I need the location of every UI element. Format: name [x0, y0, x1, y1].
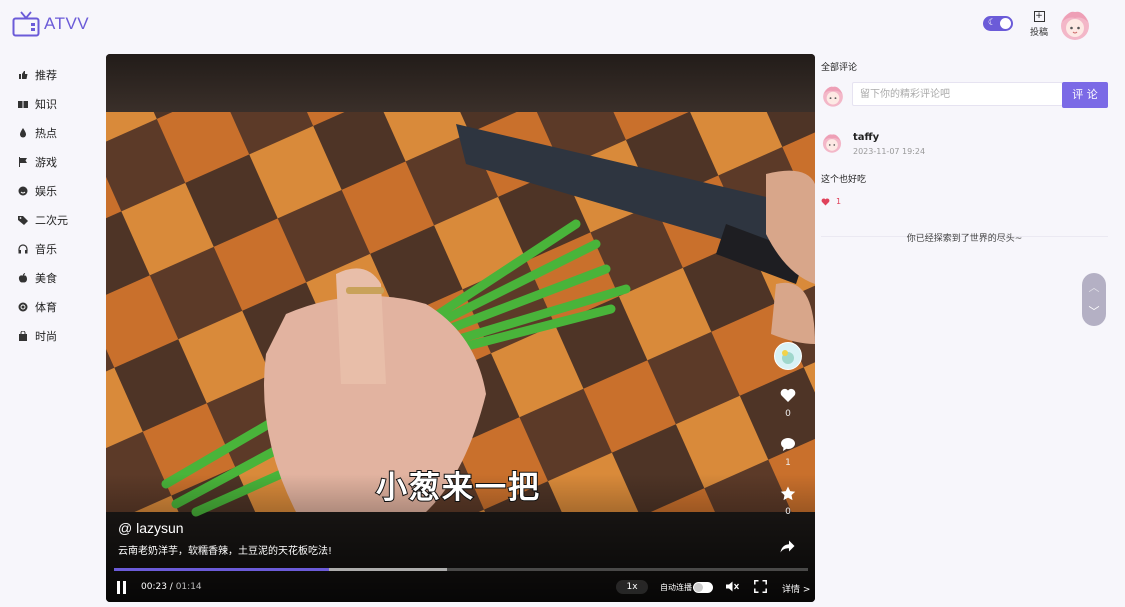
autoplay-label: 自动连播: [660, 583, 692, 592]
sidebar-item-label: 娱乐: [35, 184, 57, 198]
speed-button[interactable]: 1x: [616, 580, 648, 594]
played-bar: [114, 568, 330, 571]
share-icon[interactable]: [780, 538, 795, 557]
sidebar-item-hot[interactable]: 热点: [18, 118, 98, 147]
favorite-button[interactable]: 0: [774, 486, 802, 517]
sidebar-item-entertainment[interactable]: 娱乐: [18, 176, 98, 205]
toggle-knob: [694, 583, 703, 592]
star-icon: [780, 486, 796, 505]
sidebar-item-label: 热点: [35, 126, 57, 140]
ball-icon: [18, 302, 28, 312]
toggle-knob: [1000, 18, 1011, 29]
sidebar-item-sports[interactable]: 体育: [18, 292, 98, 321]
video-description: 云南老奶洋芋，软糯香辣，土豆泥的天花板吃法!: [118, 546, 333, 557]
chevron-up-icon[interactable]: ︿: [1082, 279, 1106, 295]
favorite-count: 0: [785, 507, 791, 517]
sidebar-nav: 推荐 知识 热点 游戏 娱乐 二次元 音乐 美食 体育 时尚: [18, 60, 98, 350]
thumbs-up-icon: [18, 70, 28, 80]
autoplay-toggle[interactable]: [693, 582, 713, 593]
upload-label: 投稿: [1029, 28, 1048, 38]
player-controls: 00:23 / 01:14 1x 自动连播 详情 >: [106, 580, 815, 596]
sidebar-item-music[interactable]: 音乐: [18, 234, 98, 263]
sidebar-item-games[interactable]: 游戏: [18, 147, 98, 176]
sidebar-item-label: 推荐: [35, 68, 57, 82]
video-subtitle: 小葱来一把: [375, 469, 541, 507]
author-avatar[interactable]: [774, 342, 802, 370]
sidebar-item-label: 体育: [35, 300, 57, 314]
comment-input-row: 留下你的精彩评论吧 评 论: [821, 82, 1108, 108]
sidebar-item-label: 时尚: [35, 329, 57, 343]
commenter-avatar[interactable]: [821, 132, 843, 154]
comments-panel: 全部评论 留下你的精彩评论吧 评 论 taffy 2023-11-07 19:2…: [821, 60, 1108, 244]
chevron-down-icon[interactable]: ﹀: [1082, 303, 1106, 319]
progress-bar[interactable]: [114, 568, 808, 571]
flag-icon: [18, 156, 28, 167]
sidebar-item-label: 二次元: [35, 213, 68, 227]
theme-toggle[interactable]: ☾: [983, 16, 1013, 31]
plus-icon: +: [1033, 11, 1045, 22]
like-count: 0: [785, 409, 791, 419]
video-player[interactable]: 小葱来一把 0 1 0 @ lazysun 云南老奶洋芋，软糯香辣，土豆泥的天花…: [106, 54, 815, 602]
app-name: ATVV: [44, 14, 90, 33]
comment-icon: [780, 437, 796, 456]
user-avatar[interactable]: [1058, 8, 1092, 42]
heart-icon: [780, 388, 796, 407]
commenter-name[interactable]: taffy: [853, 132, 879, 143]
logo[interactable]: ATVV: [12, 11, 89, 37]
heart-icon: [821, 197, 830, 205]
comment-time: 2023-11-07 19:24: [853, 147, 926, 156]
comment-like-count: 1: [836, 197, 842, 206]
mute-icon[interactable]: [726, 581, 740, 595]
tv-logo-icon: [12, 11, 40, 37]
pause-icon[interactable]: [116, 581, 128, 594]
top-bar: ATVV ☾ + 投稿: [0, 0, 1125, 48]
comment-count: 1: [785, 458, 791, 468]
video-actions: 0 1 0: [774, 342, 802, 517]
sidebar-item-label: 美食: [35, 271, 57, 285]
moon-icon: ☾: [988, 18, 997, 28]
video-author[interactable]: @ lazysun: [118, 520, 332, 536]
current-user-avatar: [821, 84, 845, 108]
tag-icon: [18, 215, 28, 225]
sidebar-item-anime[interactable]: 二次元: [18, 205, 98, 234]
comments-title: 全部评论: [821, 63, 858, 73]
scroll-control: ︿ ﹀: [1082, 273, 1106, 326]
sidebar-item-food[interactable]: 美食: [18, 263, 98, 292]
details-link[interactable]: 详情 >: [782, 582, 810, 595]
time-separator: /: [166, 582, 176, 592]
book-icon: [18, 99, 28, 109]
current-time: 00:23: [141, 582, 167, 592]
bag-icon: [18, 330, 28, 341]
time-display: 00:23 / 01:14: [141, 582, 202, 592]
video-info: @ lazysun 云南老奶洋芋，软糯香辣，土豆泥的天花板吃法!: [118, 520, 332, 557]
sidebar-item-label: 知识: [35, 97, 57, 111]
like-button[interactable]: 0: [774, 388, 802, 419]
smile-icon: [18, 186, 28, 196]
comment-input[interactable]: 留下你的精彩评论吧: [852, 82, 1063, 106]
submit-comment-button[interactable]: 评 论: [1062, 82, 1108, 108]
duration: 01:14: [175, 582, 202, 592]
comment-text: 这个也好吃: [821, 175, 867, 185]
sidebar-item-recommend[interactable]: 推荐: [18, 60, 98, 89]
fullscreen-icon[interactable]: [754, 580, 767, 593]
comment-button[interactable]: 1: [774, 437, 802, 468]
upload-button[interactable]: + 投稿: [1028, 11, 1050, 38]
apple-icon: [18, 272, 28, 283]
fire-icon: [18, 127, 28, 138]
comment-like-button[interactable]: 1: [821, 197, 841, 206]
sidebar-item-label: 音乐: [35, 242, 57, 256]
sidebar-item-fashion[interactable]: 时尚: [18, 321, 98, 350]
end-note: 你已经探索到了世界的尽头~: [906, 234, 1023, 244]
sidebar-item-knowledge[interactable]: 知识: [18, 89, 98, 118]
sidebar-item-label: 游戏: [35, 155, 57, 169]
headphones-icon: [18, 243, 28, 254]
